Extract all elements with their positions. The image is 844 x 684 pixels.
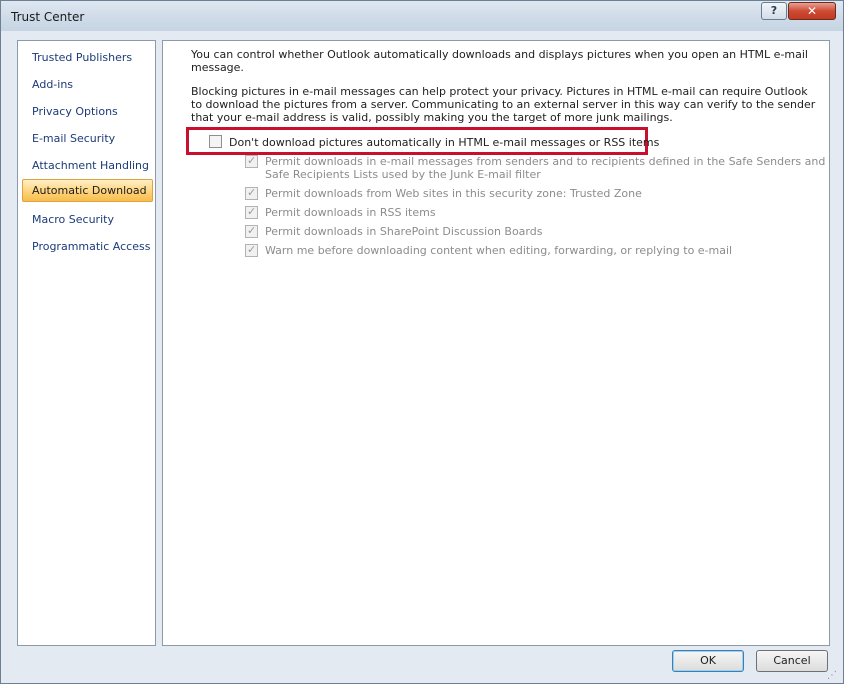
safe-senders-label-line1[interactable]: Permit downloads in e-mail messages from… xyxy=(265,155,825,168)
sharepoint-checkbox[interactable]: ✓ xyxy=(245,224,258,238)
checkmark-icon: ✓ xyxy=(247,224,257,237)
rss-items-checkbox[interactable]: ✓ xyxy=(245,205,258,219)
block-pictures-checkbox[interactable] xyxy=(209,135,222,148)
content-panel: You can control whether Outlook automati… xyxy=(162,40,830,646)
resize-grip-icon[interactable]: ⋰ xyxy=(827,670,839,682)
trust-center-dialog: Trust Center ? ✕ Trusted Publishers Add-… xyxy=(0,0,844,684)
trusted-zone-label[interactable]: Permit downloads from Web sites in this … xyxy=(265,187,642,200)
sidebar-item-attachment-handling[interactable]: Attachment Handling xyxy=(22,154,153,177)
help-button[interactable]: ? xyxy=(761,2,787,20)
trusted-zone-checkbox[interactable]: ✓ xyxy=(245,186,258,200)
close-button[interactable]: ✕ xyxy=(788,2,836,20)
sidebar-item-macro-security[interactable]: Macro Security xyxy=(22,208,153,231)
sidebar-item-email-security[interactable]: E-mail Security xyxy=(22,127,153,150)
sidebar-item-programmatic-access[interactable]: Programmatic Access xyxy=(22,235,153,258)
checkmark-icon: ✓ xyxy=(247,186,257,199)
sidebar-item-automatic-download[interactable]: Automatic Download xyxy=(22,179,153,202)
sidebar: Trusted Publishers Add-ins Privacy Optio… xyxy=(17,40,156,646)
safe-senders-checkbox[interactable]: ✓ xyxy=(245,154,258,168)
sidebar-item-add-ins[interactable]: Add-ins xyxy=(22,73,153,96)
rss-items-label[interactable]: Permit downloads in RSS items xyxy=(265,206,436,219)
sidebar-item-trusted-publishers[interactable]: Trusted Publishers xyxy=(22,46,153,69)
cancel-button[interactable]: Cancel xyxy=(756,650,828,672)
title-bar[interactable]: Trust Center ? ✕ xyxy=(1,1,843,31)
window-title: Trust Center xyxy=(11,10,85,24)
checkmark-icon: ✓ xyxy=(247,243,257,256)
warn-before-download-label[interactable]: Warn me before downloading content when … xyxy=(265,244,732,257)
checkmark-icon: ✓ xyxy=(247,205,257,218)
warn-before-download-checkbox[interactable]: ✓ xyxy=(245,243,258,257)
sidebar-item-privacy-options[interactable]: Privacy Options xyxy=(22,100,153,123)
block-pictures-label[interactable]: Don't download pictures automatically in… xyxy=(229,136,659,149)
privacy-text: Blocking pictures in e-mail messages can… xyxy=(191,85,816,124)
checkmark-icon: ✓ xyxy=(247,154,257,167)
safe-senders-label-line2[interactable]: Safe Recipients Lists used by the Junk E… xyxy=(265,168,541,181)
sharepoint-label[interactable]: Permit downloads in SharePoint Discussio… xyxy=(265,225,542,238)
intro-text: You can control whether Outlook automati… xyxy=(191,48,808,74)
ok-button[interactable]: OK xyxy=(672,650,744,672)
